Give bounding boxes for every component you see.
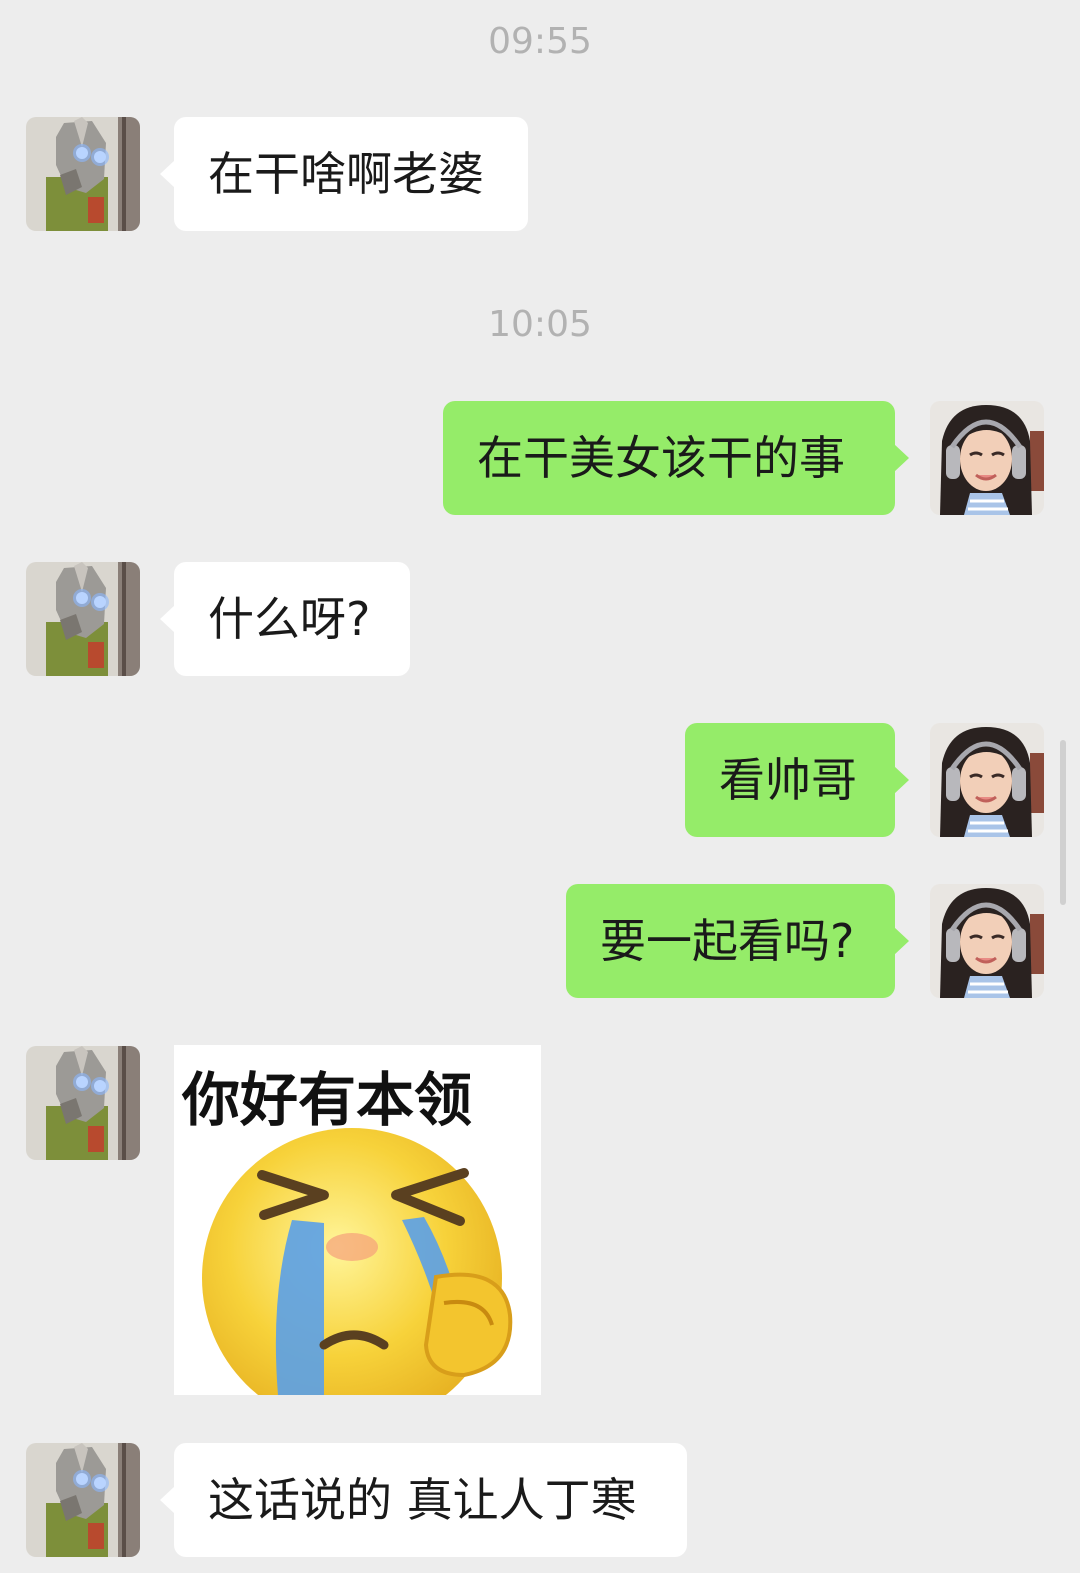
self-avatar[interactable]: [930, 401, 1044, 515]
message-bubble-outgoing[interactable]: 在干美女该干的事: [443, 401, 909, 515]
timestamp-0955: 09:55: [488, 21, 592, 62]
contact-avatar[interactable]: [26, 1046, 140, 1160]
sticker-message[interactable]: 你好有本领: [174, 1045, 541, 1395]
self-avatar[interactable]: [930, 723, 1044, 837]
scrollbar[interactable]: [1060, 740, 1066, 905]
contact-avatar[interactable]: [26, 117, 140, 231]
message-bubble-incoming[interactable]: 这话说的 真让人丁寒: [160, 1443, 687, 1557]
message-bubble-outgoing[interactable]: 要一起看吗?: [566, 884, 909, 998]
message-bubble-outgoing[interactable]: 看帅哥: [685, 723, 909, 837]
contact-avatar[interactable]: [26, 1443, 140, 1557]
message-bubble-incoming[interactable]: 在干啥啊老婆: [160, 117, 528, 231]
self-avatar[interactable]: [930, 884, 1044, 998]
timestamp-1005: 10:05: [488, 304, 592, 345]
sticker-caption: 你好有本领: [182, 1066, 473, 1134]
message-bubble-incoming[interactable]: 什么呀?: [160, 562, 410, 676]
contact-avatar[interactable]: [26, 562, 140, 676]
